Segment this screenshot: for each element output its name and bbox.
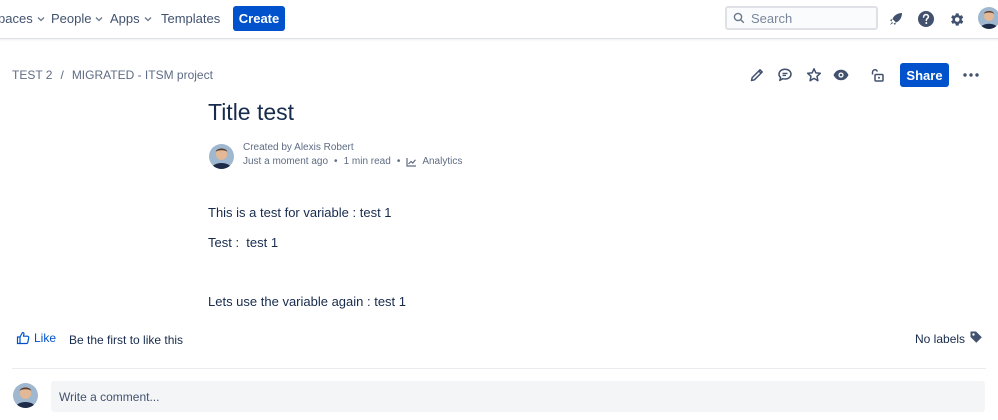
user-avatar-icon	[978, 7, 998, 29]
like-button[interactable]: Like	[16, 331, 56, 345]
search-input[interactable]	[751, 10, 869, 26]
top-navigation: paces People Apps Templates Create	[0, 0, 998, 39]
analytics-label: Analytics	[422, 156, 463, 167]
thumbs-up-icon	[16, 331, 30, 345]
eye-icon	[833, 69, 849, 81]
profile-avatar[interactable]	[978, 7, 998, 29]
nav-apps-label: Apps	[110, 11, 140, 26]
rocket-icon	[890, 13, 902, 25]
help-button[interactable]	[916, 9, 936, 29]
pencil-icon	[750, 69, 763, 82]
byline-dot: •	[396, 156, 401, 167]
nav-spaces[interactable]: paces	[0, 11, 45, 26]
byline-read-time: 1 min read	[343, 156, 391, 167]
breadcrumb: TEST 2 / MIGRATED - ITSM project	[12, 68, 213, 82]
paragraph: This is a test for variable : test 1	[208, 205, 392, 220]
nav-people-label: People	[51, 11, 92, 26]
share-button[interactable]: Share	[900, 63, 949, 87]
chart-icon	[406, 157, 417, 167]
search-box[interactable]	[725, 6, 878, 30]
comment-button[interactable]	[776, 66, 794, 84]
star-button[interactable]	[805, 66, 823, 84]
search-icon	[733, 12, 745, 24]
restrictions-button[interactable]	[868, 66, 886, 84]
like-label: Like	[34, 331, 57, 345]
comment-input[interactable]	[51, 381, 985, 412]
create-button[interactable]: Create	[233, 6, 285, 31]
like-prompt: Be the first to like this	[69, 333, 184, 347]
byline-dot: •	[334, 156, 338, 167]
chevron-down-icon	[96, 16, 103, 21]
comment-icon	[778, 68, 792, 82]
chevron-down-icon	[144, 16, 152, 21]
paragraph: Test : test 1	[208, 235, 279, 250]
author-avatar[interactable]	[209, 144, 234, 169]
edit-button[interactable]	[748, 66, 766, 84]
nav-templates-label: Templates	[161, 11, 221, 26]
footer-divider	[12, 368, 986, 369]
help-icon	[918, 11, 934, 27]
byline-author[interactable]: Created by Alexis Robert	[243, 142, 354, 153]
nav-spaces-label: paces	[0, 11, 33, 26]
breadcrumb-page-link[interactable]: MIGRATED - ITSM project	[72, 68, 213, 82]
tag-icon[interactable]	[969, 330, 983, 344]
star-icon	[806, 68, 822, 82]
settings-button[interactable]	[946, 9, 966, 29]
breadcrumb-separator: /	[60, 68, 64, 82]
user-avatar-icon	[209, 144, 234, 169]
settings-icon	[950, 12, 963, 26]
page-title: Title test	[208, 99, 295, 125]
more-actions-button[interactable]	[962, 66, 980, 84]
byline-meta: Just a moment ago • 1 min read • Analyti…	[243, 156, 462, 167]
commenter-avatar	[13, 383, 38, 408]
analytics-link[interactable]: Analytics	[406, 156, 462, 167]
notifications-button[interactable]	[886, 9, 906, 29]
user-avatar-icon	[13, 383, 38, 408]
nav-people[interactable]: People	[51, 11, 103, 26]
labels-status: No labels	[915, 332, 966, 346]
watch-button[interactable]	[832, 66, 850, 84]
nav-templates[interactable]: Templates	[161, 11, 220, 26]
more-icon	[963, 73, 979, 77]
unlock-icon	[871, 69, 884, 82]
paragraph: Lets use the variable again : test 1	[208, 294, 407, 309]
nav-apps[interactable]: Apps	[110, 11, 152, 26]
chevron-down-icon	[37, 16, 45, 21]
breadcrumb-space-link[interactable]: TEST 2	[12, 68, 52, 82]
byline-time: Just a moment ago	[243, 156, 329, 167]
